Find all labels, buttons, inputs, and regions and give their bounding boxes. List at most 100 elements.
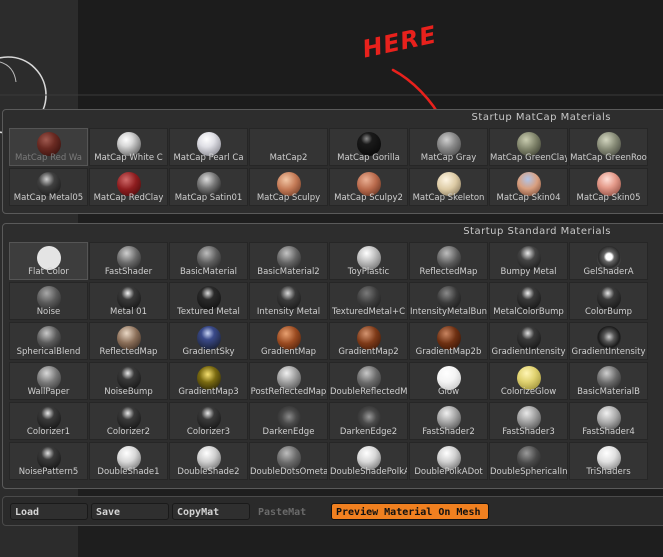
standard-material-swatch[interactable]: Metal 01 [89, 282, 168, 320]
matcap-swatch[interactable]: MatCap Sculpy [249, 168, 328, 206]
standard-material-swatch[interactable]: WallPaper [9, 362, 88, 400]
standard-material-swatch[interactable]: DoublePolkADot [409, 442, 488, 480]
standard-material-swatch[interactable]: Colorizer3 [169, 402, 248, 440]
standard-material-swatch[interactable]: DoubleShade1 [89, 442, 168, 480]
matcap-swatch[interactable]: MatCap2 [249, 128, 328, 166]
standard-material-swatch[interactable]: FastShader2 [409, 402, 488, 440]
standard-material-swatch[interactable]: DoubleSphericalInt [489, 442, 568, 480]
standard-materials-panel: Startup Standard Materials Flat Color Fas… [2, 223, 663, 489]
standard-material-swatch[interactable]: FastShader4 [569, 402, 648, 440]
standard-material-swatch[interactable]: GradientIntensity [569, 322, 648, 360]
standard-material-swatch[interactable]: ColorBump [569, 282, 648, 320]
standard-material-swatch[interactable]: ColorizeGlow [489, 362, 568, 400]
standard-material-label: ReflectedMap [99, 347, 158, 357]
standard-material-label: Colorizer3 [186, 427, 231, 437]
standard-material-label: Noise [36, 307, 61, 317]
standard-material-swatch[interactable]: Flat Color [9, 242, 88, 280]
standard-material-label: TexturedMetal+C [331, 307, 406, 317]
standard-material-swatch[interactable]: ReflectedMap [409, 242, 488, 280]
standard-material-swatch[interactable]: GradientSky [169, 322, 248, 360]
standard-material-swatch[interactable]: BasicMaterial2 [249, 242, 328, 280]
standard-material-label: DoublePolkADot [414, 467, 483, 477]
standard-material-swatch[interactable]: GradientMap2 [329, 322, 408, 360]
matcap-label: MatCap RedClay [93, 193, 164, 203]
matcap-swatch[interactable]: MatCap Gray [409, 128, 488, 166]
standard-material-label: ColorBump [584, 307, 633, 317]
standard-material-swatch[interactable]: DarkenEdge [249, 402, 328, 440]
matcap-panel-title: Startup MatCap Materials [471, 112, 611, 123]
standard-material-label: Glow [437, 387, 460, 397]
standard-material-swatch[interactable]: TexturedMetal+C [329, 282, 408, 320]
copymat-button[interactable]: CopyMat [172, 503, 250, 520]
matcap-swatch[interactable]: MatCap Metal05 [9, 168, 88, 206]
standard-material-label: TriShaders [586, 467, 631, 477]
matcap-swatch[interactable]: MatCap Skin05 [569, 168, 648, 206]
standard-material-swatch[interactable]: DoubleShade2 [169, 442, 248, 480]
standard-material-label: GradientIntensity [571, 347, 646, 357]
standard-material-label: GradientMap3 [178, 387, 239, 397]
standard-material-swatch[interactable]: Noise [9, 282, 88, 320]
matcap-swatch[interactable]: MatCap RedClay [89, 168, 168, 206]
standard-material-swatch[interactable]: DoubleReflectedM [329, 362, 408, 400]
matcap-label: MatCap GreenClay [490, 153, 567, 163]
matcap-label: MatCap Sculpy2 [334, 193, 403, 203]
standard-material-swatch[interactable]: ReflectedMap [89, 322, 168, 360]
matcap-label: MatCap White C [94, 153, 163, 163]
standard-material-swatch[interactable]: SphericalBlend [9, 322, 88, 360]
standard-material-label: BasicMaterialB [577, 387, 640, 397]
standard-material-swatch[interactable]: NoiseBump [89, 362, 168, 400]
matcap-label: MatCap Red Wa [14, 153, 83, 163]
standard-material-swatch[interactable]: DoubleDotsOmeta [249, 442, 328, 480]
standard-material-swatch[interactable]: TriShaders [569, 442, 648, 480]
material-actions-bar: Load Save CopyMat PasteMat Preview Mater… [2, 496, 663, 526]
matcap-swatch[interactable]: MatCap Pearl Ca [169, 128, 248, 166]
standard-material-swatch[interactable]: FastShader3 [489, 402, 568, 440]
standard-material-swatch[interactable]: GradientIntensity [489, 322, 568, 360]
matcap-label: MatCap Metal05 [13, 193, 84, 203]
matcap-swatch[interactable]: MatCap Red Wa [9, 128, 88, 166]
standard-material-swatch[interactable]: Bumpy Metal [489, 242, 568, 280]
standard-material-swatch[interactable]: Glow [409, 362, 488, 400]
preview-material-on-mesh-toggle[interactable]: Preview Material On Mesh [331, 503, 489, 520]
standard-material-label: GradientMap [261, 347, 316, 357]
standard-material-swatch[interactable]: IntensityMetalBun [409, 282, 488, 320]
standard-material-swatch[interactable]: BasicMaterial [169, 242, 248, 280]
standard-material-label: IntensityMetalBun [410, 307, 487, 317]
standard-material-swatch[interactable]: Colorizer2 [89, 402, 168, 440]
matcap-swatch[interactable]: MatCap Sculpy2 [329, 168, 408, 206]
matcap-swatch[interactable]: MatCap Gorilla [329, 128, 408, 166]
standard-material-swatch[interactable]: GradientMap2b [409, 322, 488, 360]
standard-material-label: SphericalBlend [16, 347, 81, 357]
load-button[interactable]: Load [10, 503, 88, 520]
standard-material-label: FastShader3 [502, 427, 555, 437]
matcap-label: MatCap Skin05 [576, 193, 641, 203]
matcap-swatch[interactable]: MatCap Skeleton [409, 168, 488, 206]
matcap-label: MatCap Pearl Ca [173, 153, 244, 163]
matcap-swatch[interactable]: MatCap GreenClay [489, 128, 568, 166]
pastemat-button[interactable]: PasteMat [253, 503, 331, 520]
matcap-label: MatCap2 [269, 153, 308, 163]
standard-material-label: DoubleShade1 [97, 467, 160, 477]
standard-material-swatch[interactable]: MetalColorBump [489, 282, 568, 320]
standard-material-swatch[interactable]: GradientMap [249, 322, 328, 360]
standard-material-label: Flat Color [28, 267, 69, 277]
standard-material-label: Textured Metal [177, 307, 240, 317]
standard-material-swatch[interactable]: FastShader [89, 242, 168, 280]
standard-material-swatch[interactable]: GradientMap3 [169, 362, 248, 400]
standard-material-label: Intensity Metal [256, 307, 321, 317]
standard-material-swatch[interactable]: GelShaderA [569, 242, 648, 280]
standard-material-swatch[interactable]: Colorizer1 [9, 402, 88, 440]
standard-material-swatch[interactable]: ToyPlastic [329, 242, 408, 280]
standard-material-swatch[interactable]: NoisePattern5 [9, 442, 88, 480]
matcap-swatch[interactable]: MatCap GreenRoo [569, 128, 648, 166]
standard-material-swatch[interactable]: BasicMaterialB [569, 362, 648, 400]
standard-material-swatch[interactable]: DoubleShadePolkA [329, 442, 408, 480]
standard-material-swatch[interactable]: Textured Metal [169, 282, 248, 320]
standard-material-swatch[interactable]: Intensity Metal [249, 282, 328, 320]
standard-material-swatch[interactable]: DarkenEdge2 [329, 402, 408, 440]
save-button[interactable]: Save [91, 503, 169, 520]
standard-material-swatch[interactable]: PostReflectedMap [249, 362, 328, 400]
matcap-swatch[interactable]: MatCap Skin04 [489, 168, 568, 206]
matcap-swatch[interactable]: MatCap Satin01 [169, 168, 248, 206]
matcap-swatch[interactable]: MatCap White C [89, 128, 168, 166]
